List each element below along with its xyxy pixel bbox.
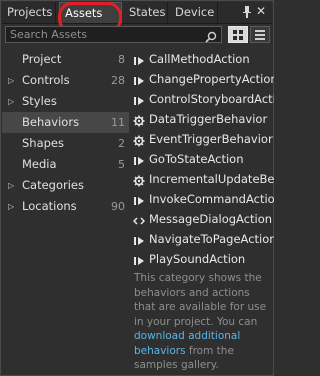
- list-item[interactable]: PlaySoundAction: [131, 249, 274, 269]
- list-item[interactable]: CallMethodAction: [131, 49, 274, 69]
- action-icon: [133, 93, 145, 105]
- category-label: Categories: [22, 178, 84, 192]
- category-description: This category shows the behaviors and ac…: [134, 271, 270, 373]
- category-label: Media: [22, 157, 57, 171]
- category-count: 90: [111, 200, 125, 213]
- category-label: Styles: [22, 94, 57, 108]
- tab-label: Assets: [65, 6, 103, 20]
- list-item-label: ControlStoryboardAction: [149, 92, 274, 106]
- pin-icon[interactable]: [242, 5, 252, 19]
- category-categories[interactable]: ▷ Categories: [2, 175, 129, 196]
- category-list: Project 8 ▷ Controls 28 ▷ Styles Behaviors 11…: [2, 49, 129, 217]
- tab-label: States: [129, 5, 166, 19]
- category-project[interactable]: Project 8: [2, 49, 129, 70]
- grid-view-button[interactable]: [228, 26, 248, 43]
- list-view-button[interactable]: [250, 26, 270, 43]
- category-count: 28: [111, 74, 125, 87]
- assets-panel: Projects Assets✕ States Device ✕ Project…: [0, 0, 274, 376]
- list-item[interactable]: ChangePropertyAction: [131, 69, 274, 89]
- close-icon[interactable]: ✕: [256, 4, 266, 18]
- list-item-label: CallMethodAction: [149, 52, 250, 66]
- list-item-label: DataTriggerBehavior: [149, 112, 268, 126]
- expand-arrow-icon[interactable]: ▷: [8, 175, 14, 196]
- gear-icon: [133, 113, 145, 127]
- tab-label: Device: [175, 5, 215, 19]
- list-item-label: GoToStateAction: [149, 152, 244, 166]
- list-item-label: ChangePropertyAction: [149, 72, 274, 86]
- list-item[interactable]: DataTriggerBehavior: [131, 109, 274, 129]
- expand-arrow-icon[interactable]: ▷: [8, 70, 14, 91]
- panel-tab-strip: Projects Assets✕ States Device ✕: [2, 2, 272, 41]
- gear-icon: [133, 173, 145, 187]
- category-count: 5: [118, 158, 125, 171]
- list-item-label: InvokeCommandAction: [149, 192, 274, 206]
- category-label: Controls: [22, 73, 70, 87]
- list-item[interactable]: MessageDialogAction: [131, 209, 274, 229]
- list-item-label: PlaySoundAction: [149, 252, 246, 266]
- category-label: Project: [22, 52, 62, 66]
- code-icon: [132, 213, 146, 225]
- category-label: Locations: [22, 199, 77, 213]
- category-label: Behaviors: [22, 115, 80, 129]
- category-locations[interactable]: ▷ Locations 90: [2, 196, 129, 217]
- list-item-label: EventTriggerBehavior: [149, 132, 273, 146]
- list-item[interactable]: EventTriggerBehavior: [131, 129, 274, 149]
- category-controls[interactable]: ▷ Controls 28: [2, 70, 129, 91]
- category-count: 11: [111, 116, 125, 129]
- action-icon: [133, 193, 145, 205]
- tab-states[interactable]: States: [124, 2, 168, 23]
- list-item[interactable]: GoToStateAction: [131, 149, 274, 169]
- list-item[interactable]: IncrementalUpdateBehavior: [131, 169, 274, 189]
- tab-assets[interactable]: Assets✕: [59, 2, 122, 41]
- action-icon: [133, 53, 145, 65]
- category-label: Shapes: [22, 136, 65, 150]
- expand-arrow-icon[interactable]: ▷: [8, 196, 14, 217]
- expand-arrow-icon[interactable]: ▷: [8, 91, 14, 112]
- list-item[interactable]: NavigateToPageAction: [131, 229, 274, 249]
- search-row: [2, 25, 272, 45]
- behavior-list: CallMethodAction ChangePropertyAction Co…: [131, 49, 274, 269]
- search-icon: [205, 28, 217, 47]
- search-box[interactable]: [5, 26, 222, 43]
- search-input[interactable]: [6, 27, 209, 42]
- tab-label: Projects: [7, 5, 53, 19]
- gear-icon: [133, 133, 145, 147]
- action-icon: [133, 153, 145, 165]
- category-count: 2: [118, 137, 125, 150]
- list-item[interactable]: InvokeCommandAction: [131, 189, 274, 209]
- list-item[interactable]: ControlStoryboardAction: [131, 89, 274, 109]
- list-item-label: IncrementalUpdateBehavior: [149, 172, 274, 186]
- action-icon: [133, 233, 145, 245]
- category-count: 8: [118, 53, 125, 66]
- description-text: This category shows the behaviors and ac…: [134, 272, 267, 328]
- action-icon: [133, 253, 145, 265]
- list-item-label: NavigateToPageAction: [149, 232, 274, 246]
- action-icon: [133, 73, 145, 85]
- tab-projects[interactable]: Projects: [2, 2, 56, 23]
- category-shapes[interactable]: Shapes 2: [2, 133, 129, 154]
- category-styles[interactable]: ▷ Styles: [2, 91, 129, 112]
- category-behaviors[interactable]: Behaviors 11: [2, 112, 129, 133]
- list-item-label: MessageDialogAction: [149, 212, 273, 226]
- tab-device[interactable]: Device: [170, 2, 218, 23]
- category-media[interactable]: Media 5: [2, 154, 129, 175]
